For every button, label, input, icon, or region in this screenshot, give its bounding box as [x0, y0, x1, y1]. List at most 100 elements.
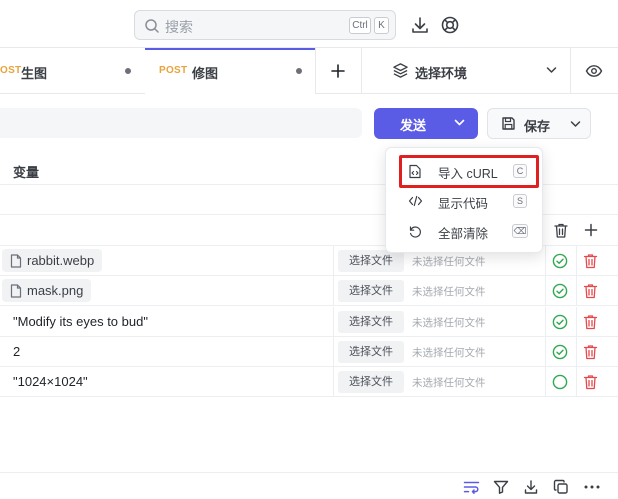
divider	[576, 276, 577, 307]
layers-icon	[393, 63, 408, 78]
code-icon	[408, 195, 423, 207]
menu-item-clear-all[interactable]: 全部清除 ⌫	[386, 217, 544, 245]
divider	[576, 367, 577, 398]
empty-circle-icon[interactable]	[552, 374, 568, 390]
chevron-down-icon[interactable]	[570, 120, 581, 128]
add-tab-icon[interactable]	[330, 63, 346, 79]
divider	[333, 276, 334, 307]
unsaved-dot	[296, 68, 302, 74]
search-icon	[145, 19, 159, 33]
choose-file-button[interactable]: 选择文件	[338, 371, 404, 394]
no-file-label: 未选择任何文件	[412, 346, 486, 359]
divider	[333, 306, 334, 337]
no-file-label: 未选择任何文件	[412, 316, 486, 329]
tab-edit-image[interactable]: POST 修图	[145, 48, 315, 94]
copy-icon[interactable]	[553, 479, 569, 495]
reset-icon	[409, 226, 421, 238]
shortcut-key: ⌫	[512, 224, 528, 238]
check-circle-icon[interactable]	[552, 253, 568, 269]
param-value[interactable]: "Modify its eyes to bud"	[13, 314, 148, 329]
search-box[interactable]: 搜索 Ctrl K	[134, 10, 396, 40]
divider	[545, 336, 546, 367]
download-icon[interactable]	[523, 479, 539, 495]
divider	[333, 367, 334, 398]
url-input[interactable]	[0, 108, 362, 138]
wrap-lines-icon[interactable]	[463, 480, 480, 494]
menu-item-show-code[interactable]: 显示代码 S	[386, 187, 544, 215]
save-label: 保存	[524, 119, 551, 134]
chevron-down-icon[interactable]	[454, 118, 465, 127]
choose-file-button[interactable]: 选择文件	[338, 310, 404, 333]
eye-icon[interactable]	[585, 63, 603, 79]
send-button[interactable]: 发送	[374, 108, 478, 139]
variable-column-header: 变量	[13, 165, 40, 180]
download-icon[interactable]	[409, 14, 431, 36]
environment-select[interactable]: 选择环境	[380, 48, 570, 94]
file-icon	[10, 284, 22, 298]
environment-label: 选择环境	[415, 66, 468, 81]
add-row-icon[interactable]	[584, 223, 598, 237]
highlight-box	[399, 155, 539, 188]
file-chip[interactable]: mask.png	[2, 279, 92, 303]
send-label: 发送	[400, 118, 427, 133]
divider	[333, 246, 334, 276]
filter-icon[interactable]	[493, 480, 509, 494]
divider	[361, 48, 362, 94]
divider	[545, 367, 546, 398]
trash-icon[interactable]	[583, 283, 598, 299]
divider	[545, 276, 546, 307]
tab-label: 生图	[21, 66, 48, 81]
trash-icon[interactable]	[553, 222, 569, 239]
shortcut-key: S	[513, 194, 527, 208]
tab-method: OST	[0, 65, 22, 76]
choose-file-button[interactable]: 选择文件	[338, 280, 404, 303]
tab-label: 修图	[192, 66, 219, 81]
divider	[576, 306, 577, 337]
search-input[interactable]: 搜索	[165, 17, 193, 37]
choose-file-button[interactable]: 选择文件	[338, 250, 404, 272]
shortcut-k-key: K	[374, 17, 389, 34]
chevron-down-icon	[546, 67, 557, 73]
save-button[interactable]: 保存	[487, 108, 591, 139]
no-file-label: 未选择任何文件	[412, 256, 486, 268]
divider	[545, 246, 546, 276]
menu-item-label: 全部清除	[438, 227, 489, 241]
check-circle-icon[interactable]	[552, 314, 568, 330]
tab-generate-image[interactable]: OST 生图	[0, 48, 145, 94]
save-icon	[502, 117, 515, 130]
check-circle-icon[interactable]	[552, 283, 568, 299]
divider	[576, 336, 577, 367]
tab-method: POST	[159, 65, 188, 76]
check-circle-icon[interactable]	[552, 344, 568, 360]
choose-file-button[interactable]: 选择文件	[338, 340, 404, 363]
divider	[545, 306, 546, 337]
trash-icon[interactable]	[583, 344, 598, 360]
param-value[interactable]: "1024×1024"	[13, 374, 88, 389]
file-name: rabbit.webp	[27, 253, 95, 268]
trash-icon[interactable]	[583, 374, 598, 390]
file-icon	[10, 253, 22, 268]
trash-icon[interactable]	[583, 314, 598, 330]
divider	[315, 48, 316, 94]
table-row: "1024×1024" 选择文件 未选择任何文件	[0, 367, 618, 398]
no-file-label: 未选择任何文件	[412, 286, 486, 299]
divider	[576, 246, 577, 276]
request-tabs: OST 生图 POST 修图 选择环境	[0, 48, 618, 94]
divider	[570, 48, 571, 94]
menu-item-label: 显示代码	[438, 197, 489, 211]
no-file-label: 未选择任何文件	[412, 377, 486, 390]
divider	[333, 336, 334, 367]
unsaved-dot	[125, 68, 131, 74]
trash-icon[interactable]	[583, 253, 598, 269]
table-row: "Modify its eyes to bud" 选择文件 未选择任何文件	[0, 306, 618, 337]
help-lifebuoy-icon[interactable]	[439, 14, 461, 36]
file-name: mask.png	[27, 283, 84, 299]
file-chip[interactable]: rabbit.webp	[2, 249, 103, 272]
more-icon[interactable]	[584, 485, 600, 489]
top-bar: 搜索 Ctrl K	[0, 0, 618, 48]
param-value[interactable]: 2	[13, 344, 20, 359]
bottom-toolbar	[0, 472, 618, 499]
shortcut-ctrl-key: Ctrl	[349, 17, 371, 34]
table-row: 2 选择文件 未选择任何文件	[0, 336, 618, 367]
table-row: mask.png 选择文件 未选择任何文件	[0, 276, 618, 307]
